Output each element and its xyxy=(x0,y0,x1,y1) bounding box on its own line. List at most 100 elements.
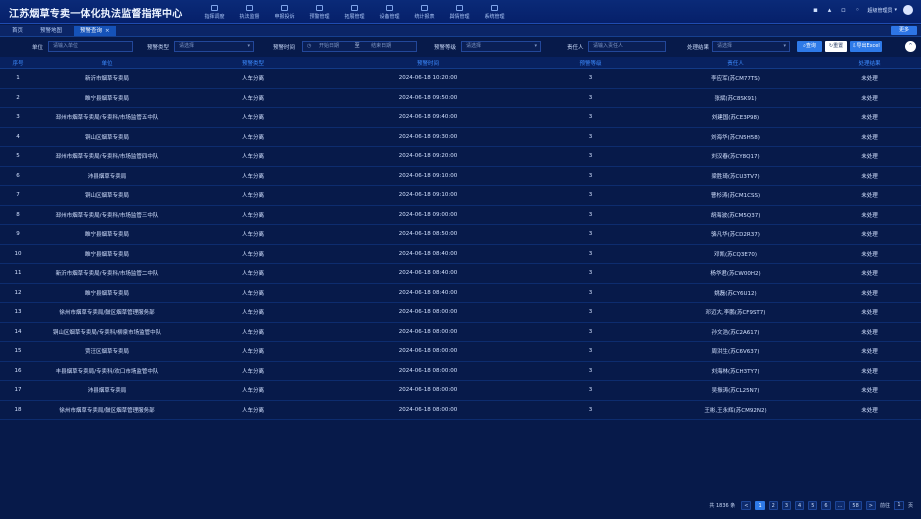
topnav-item[interactable]: 系统管理 xyxy=(478,2,511,22)
table-row[interactable]: 9 睢宁县烟草专卖局 人车分离 2024-06-18 08:50:00 3 骆凡华(苏CD… xyxy=(0,225,921,245)
page-button[interactable]: 58 xyxy=(849,500,862,510)
warning-level-select[interactable]: 请选择 ▾ xyxy=(461,41,541,52)
mail-icon[interactable]: ▫ xyxy=(839,6,847,14)
row-index: 7 xyxy=(16,192,20,199)
row-warning-level: 3 xyxy=(588,348,593,355)
row-warning-type: 人车分离 xyxy=(241,95,264,102)
page-button[interactable]: 1 xyxy=(755,500,765,510)
row-responsible-person: 王彬,王永辉(苏CM92N2) xyxy=(704,407,767,414)
row-warning-time: 2024-06-18 09:30:00 xyxy=(398,133,458,140)
table-row[interactable]: 2 睢宁县烟草专卖局 人车分离 2024-06-18 09:50:00 3 张斌(苏C8S… xyxy=(0,89,921,108)
topnav-item[interactable]: 预警管理 xyxy=(303,2,336,22)
table-row[interactable]: 4 铜山区烟草专卖局 人车分离 2024-06-18 09:30:00 3 刘海华(苏CN… xyxy=(0,128,921,147)
topnav-label: 舆情管理 xyxy=(449,13,470,20)
avatar[interactable] xyxy=(903,5,913,15)
person-input[interactable]: 请输入责任人 xyxy=(588,41,666,52)
row-responsible-person: 曹杉涛(苏CM1CSS) xyxy=(710,193,761,200)
close-icon[interactable]: × xyxy=(105,28,110,34)
tab-label: 首页 xyxy=(12,28,24,34)
table-row[interactable]: 12 睢宁县烟草专卖局 人车分离 2024-06-18 08:40:00 3 姚磊(苏CY… xyxy=(0,284,921,303)
row-warning-type: 人车分离 xyxy=(241,368,264,375)
tab-home[interactable]: 首页 xyxy=(6,26,29,36)
help-icon[interactable]: ◦ xyxy=(853,6,861,14)
table-row[interactable]: 14 铜山区烟草专卖局/专卖科/柳泉市场监管中队 人车分离 2024-06-18 08… xyxy=(0,323,921,342)
page-button[interactable]: 5 xyxy=(808,500,818,510)
topnav-item[interactable]: 申报投诉 xyxy=(268,2,301,22)
page-ellipsis[interactable]: ... xyxy=(834,500,846,510)
table-row[interactable]: 5 邳州市烟草专卖局/专卖科/市场监管四中队 人车分离 2024-06-18 09:2… xyxy=(0,147,921,167)
topnav-label: 系统管理 xyxy=(484,13,505,20)
row-unit: 铜山区烟草专卖局 xyxy=(84,193,129,200)
topnav-item[interactable]: 指挥调度 xyxy=(198,2,231,22)
header-right: ▪ ▴ ▫ ◦ 超级管理员 ▾ xyxy=(805,5,913,15)
unit-input[interactable]: 请输入单位 xyxy=(48,41,133,52)
table-row[interactable]: 3 邳州市烟草专卖局/专卖科/市场监管五中队 人车分离 2024-06-18 09:4… xyxy=(0,108,921,128)
row-warning-type: 人车分离 xyxy=(241,271,264,278)
topnav-label: 拓展管理 xyxy=(344,13,365,20)
row-warning-time: 2024-06-18 08:40:00 xyxy=(398,289,458,296)
table-row[interactable]: 7 铜山区烟草专卖局 人车分离 2024-06-18 09:10:00 3 曹杉涛(苏CM… xyxy=(0,186,921,206)
topnav-item[interactable]: 设备管理 xyxy=(373,2,406,22)
type-col-header[interactable]: 预警类型 xyxy=(178,59,328,67)
table-row[interactable]: 6 沛县烟草专卖局 人车分离 2024-06-18 09:10:00 3 梁胜琦(苏CU3… xyxy=(0,167,921,186)
prev-page-button[interactable]: < xyxy=(741,500,752,510)
warning-type-label: 预警类型 xyxy=(147,45,170,51)
tab-warning-map[interactable]: 预警地图 xyxy=(34,26,68,36)
page-button[interactable]: 4 xyxy=(795,500,805,510)
row-warning-time: 2024-06-18 08:00:00 xyxy=(398,387,458,394)
tab-warning-query[interactable]: 预警查询 × xyxy=(74,26,116,36)
topnav-item[interactable]: 舆情管理 xyxy=(443,2,476,22)
table-row[interactable]: 17 沛县烟草专卖局 人车分离 2024-06-18 08:00:00 3 吴振涛(苏CL… xyxy=(0,381,921,401)
date-range-picker[interactable]: ◷ 开始日期 至 结束日期 xyxy=(302,41,417,52)
level-col-header[interactable]: 预警等级 xyxy=(528,59,653,67)
row-index: 10 xyxy=(14,250,22,257)
time-col-header[interactable]: 预警时间 xyxy=(328,59,528,67)
topnav-item[interactable]: 统计报表 xyxy=(408,2,441,22)
row-warning-type: 人车分离 xyxy=(241,251,264,258)
more-button[interactable]: 更多 xyxy=(891,26,917,35)
topnav-item[interactable]: 执法监督 xyxy=(233,2,266,22)
bell-icon[interactable]: ▴ xyxy=(825,6,833,14)
filter-bar: 单位 请输入单位 预警类型 请选择 ▾ 预警时间 ◷ 开始日期 至 结束日期 预… xyxy=(0,40,921,53)
row-warning-type: 人车分离 xyxy=(241,329,264,336)
row-warning-level: 3 xyxy=(588,328,593,335)
index-col-header[interactable]: 序号 xyxy=(0,59,36,67)
row-responsible-person: 周洪生(苏C6V637) xyxy=(711,349,760,356)
table-row[interactable]: 1 新沂市烟草专卖局 人车分离 2024-06-18 10:20:00 3 李应军(苏CM… xyxy=(0,69,921,89)
search-button[interactable]: ⌕查询 xyxy=(797,41,822,52)
row-warning-level: 3 xyxy=(588,270,593,277)
table-row[interactable]: 13 徐州市烟草专卖局/鼓区烟草管理服务部 人车分离 2024-06-18 08:00… xyxy=(0,303,921,323)
result-select[interactable]: 请选择 ▾ xyxy=(712,41,790,52)
range-separator: 至 xyxy=(354,43,360,49)
goto-page-input[interactable]: 1 xyxy=(893,500,904,510)
page-button[interactable]: 3 xyxy=(781,500,792,510)
row-warning-level: 3 xyxy=(588,367,593,374)
page-button[interactable]: 2 xyxy=(768,500,778,510)
table-row[interactable]: 10 睢宁县烟草专卖局 人车分离 2024-06-18 08:40:00 3 邓凯(苏CQ… xyxy=(0,245,921,264)
user-name[interactable]: 超级管理员 xyxy=(867,7,892,14)
table-row[interactable]: 8 邳州市烟草专卖局/专卖科/市场监管三中队 人车分离 2024-06-18 09:0… xyxy=(0,206,921,225)
result-col-header[interactable]: 处理结果 xyxy=(818,59,921,67)
table-row[interactable]: 16 丰县烟草专卖局/专卖科/欢口市场监管中队 人车分离 2024-06-18 08:… xyxy=(0,362,921,381)
calendar-icon: ◷ xyxy=(307,43,313,49)
table-row[interactable]: 15 贾汪区烟草专卖局 人车分离 2024-06-18 08:00:00 3 周洪生(苏C… xyxy=(0,342,921,362)
table-row[interactable]: 11 新沂市烟草专卖局/专卖科/市场监管二中队 人车分离 2024-06-18 08:… xyxy=(0,264,921,284)
next-page-button[interactable]: > xyxy=(865,500,876,510)
person-col-header[interactable]: 责任人 xyxy=(653,59,818,67)
screen-icon[interactable]: ▪ xyxy=(811,6,819,14)
unit-col-header[interactable]: 单位 xyxy=(36,59,178,67)
export-excel-button[interactable]: ⇩导出Excel xyxy=(850,41,882,52)
page-suffix: 页 xyxy=(907,502,913,509)
collapse-button[interactable]: ^ xyxy=(905,41,916,52)
row-warning-type: 人车分离 xyxy=(241,154,264,161)
warning-type-select[interactable]: 请选择 ▾ xyxy=(174,41,254,52)
table-row[interactable]: 18 徐州市烟草专卖局/鼓区烟草管理服务部 人车分离 2024-06-18 08:00… xyxy=(0,401,921,420)
row-warning-type: 人车分离 xyxy=(241,193,264,200)
row-responsible-person: 邓凯(苏CQ3E70) xyxy=(714,251,757,258)
topnav-item[interactable]: 拓展管理 xyxy=(338,2,371,22)
chevron-down-icon[interactable]: ▾ xyxy=(894,7,897,13)
page-button[interactable]: 6 xyxy=(821,500,831,510)
warning-level-placeholder: 请选择 xyxy=(466,43,482,49)
row-index: 11 xyxy=(14,270,22,277)
reset-button[interactable]: ↻重置 xyxy=(825,41,847,52)
